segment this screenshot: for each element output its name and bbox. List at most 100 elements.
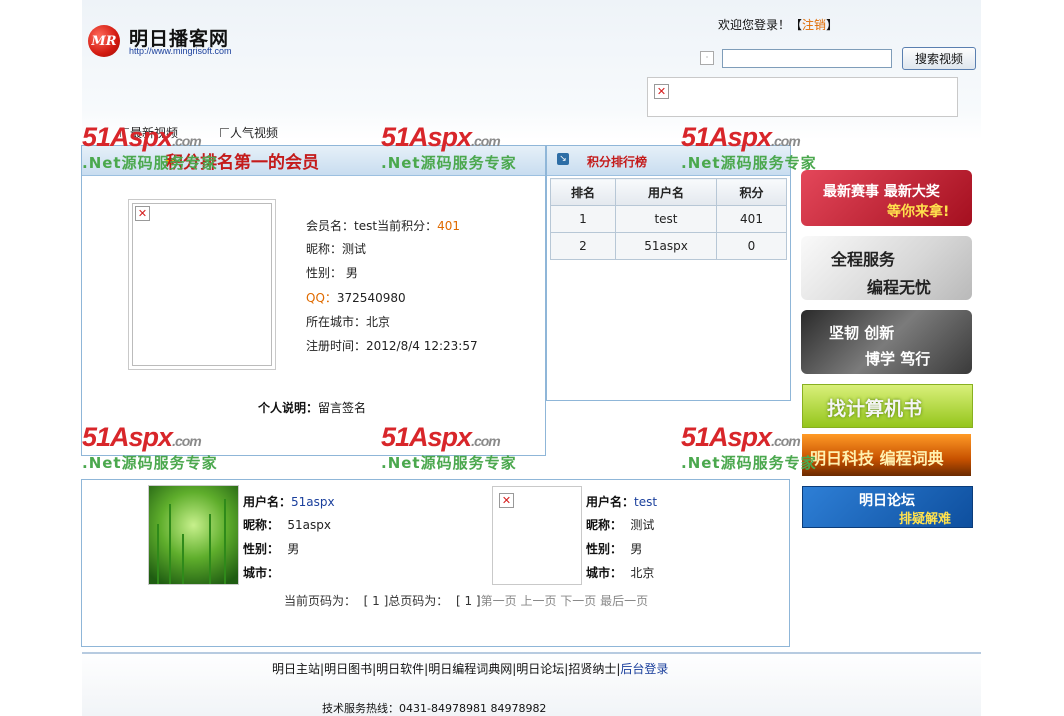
regtime-label: 注册时间： [306,339,367,353]
city-row: 所在城市：北京 [306,313,390,330]
banner-programming-dictionary[interactable]: 明日科技 编程词典 [802,434,971,476]
username-cell[interactable]: 51aspx [615,232,717,260]
admin-login-link[interactable]: 后台登录 [620,662,668,676]
score-label: 当前积分： [377,219,438,233]
member-city-row: 城市： [243,566,280,580]
member-gender: 男 [630,542,643,556]
member-username[interactable]: 51aspx [291,495,335,509]
gender-row: 性别： 男 [306,264,358,281]
banner-text: 坚韧 创新 [829,324,895,342]
city-label: 所在城市： [306,315,367,329]
member-gender: 男 [287,542,300,556]
footer-link[interactable]: 招贤纳士 [568,662,616,676]
column-header: 排名 [550,178,616,206]
nickname-value: 测试 [342,242,367,256]
site-logo-icon[interactable]: MR [88,25,120,57]
footer-links: 明日主站|明日图书|明日软件|明日编程词典网|明日论坛|招贤纳士|后台登录 [272,662,669,676]
score-cell: 0 [716,232,787,260]
member-photo[interactable]: ✕ [492,486,582,585]
total-page: [ 1 ] [455,594,481,608]
member-city: 北京 [630,566,655,580]
footer-link[interactable]: 明日论坛 [516,662,564,676]
broken-image-icon: ✕ [499,493,514,508]
banner-latest-contest[interactable]: 最新赛事 最新大奖 等你来拿! [801,170,972,226]
rank-cell: 1 [550,205,616,233]
banner-text: 全程服务 [831,250,896,269]
checkbox-icon [120,128,129,137]
column-header: 积分 [716,178,787,206]
current-page-label: 当前页码为： [284,594,357,608]
table-row: 2 51aspx 0 [550,232,787,260]
banner-text: 等你来拿! [887,204,950,220]
last-page-link[interactable]: 最后一页 [600,594,648,608]
ranking-table: 排名 用户名 积分 1 test 401 2 51aspx 0 [550,178,787,260]
regtime-value: 2012/8/4 12:23:57 [366,339,478,353]
footer-divider [82,652,981,654]
table-row: 1 test 401 [550,205,787,233]
member-score: 401 [437,219,460,233]
ranking-title: 积分排行榜 [587,155,648,169]
qq-label: QQ： [306,291,337,305]
banner-text: 排疑解难 [899,512,952,527]
city-value: 北京 [366,315,391,329]
header-ad-image: ✕ [647,77,958,117]
member-avatar: ✕ [128,199,276,370]
current-page: [ 1 ] [363,594,389,608]
member-name-row: 会员名：test当前积分：401 [306,217,460,234]
site-url: http://www.mingrisoft.com [129,46,232,56]
tab-latest-videos[interactable]: 最新视频 [120,124,178,141]
footer-link[interactable]: 明日主站 [272,662,320,676]
gender-label: 性别： [306,266,343,280]
search-option-checkbox[interactable]: · [700,51,714,65]
qq-value: 372540980 [336,291,406,305]
member-username[interactable]: test [634,495,657,509]
member-city-row: 城市： 北京 [586,566,655,580]
login-status: 欢迎您登录！【注销】 [718,16,838,33]
support-hotline: 技术服务热线：0431-84978981 84978982 [322,702,547,715]
personal-label: 个人说明： [258,401,319,415]
member-name: test [354,219,378,233]
tab-popular-videos[interactable]: 人气视频 [220,124,278,141]
prev-page-link[interactable]: 上一页 [520,594,556,608]
member-photo[interactable] [148,485,239,585]
footer-link[interactable]: 明日图书 [324,662,372,676]
qq-row: QQ：372540980 [306,289,406,306]
footer-link[interactable]: 明日编程词典网 [428,662,512,676]
banner-text: 博学 笃行 [865,350,931,368]
member-gender-row: 性别： 男 [586,542,643,556]
member-gender-row: 性别： 男 [243,542,300,556]
banner-full-service[interactable]: 全程服务 编程无忧 [801,236,972,300]
footer-link[interactable]: 明日软件 [376,662,424,676]
personal-note: 个人说明：留言签名 [258,399,366,416]
login-suffix: 】 [826,18,839,32]
username-cell[interactable]: test [615,205,717,233]
broken-image-icon: ✕ [135,206,150,221]
logout-link[interactable]: 注销 [802,18,826,32]
member-nickname-row: 昵称： 51aspx [243,518,331,532]
column-header: 用户名 [615,178,717,206]
search-video-button[interactable]: 搜索视频 [902,47,976,70]
top-member-title: 积分排名第一的会员 [166,153,319,173]
banner-find-books[interactable]: 找计算机书 [802,384,973,428]
next-page-link[interactable]: 下一页 [560,594,596,608]
arrow-icon: ↘ [557,153,569,165]
member-nickname: 51aspx [287,518,331,532]
member-nickname-row: 昵称： 测试 [586,518,655,532]
tab-label: 人气视频 [230,126,279,140]
banner-text: 明日科技 编程词典 [810,449,944,468]
search-input[interactable] [722,49,892,68]
banner-text: 明日论坛 [859,493,915,509]
first-page-link[interactable]: 第一页 [481,594,517,608]
login-prefix: 欢迎您登录！【 [718,18,803,32]
personal-value: 留言签名 [318,401,367,415]
nickname-row: 昵称：测试 [306,240,366,257]
banner-text: 最新赛事 最新大奖 [823,184,940,200]
banner-forum[interactable]: 明日论坛 排疑解难 [802,486,973,528]
gender-value: 男 [345,266,358,280]
nickname-label: 昵称： [306,242,343,256]
checkbox-icon [220,128,229,137]
panel-header [547,146,790,176]
broken-image-icon: ✕ [654,84,669,99]
tab-label: 最新视频 [130,126,179,140]
banner-motto[interactable]: 坚韧 创新 博学 笃行 [801,310,972,374]
